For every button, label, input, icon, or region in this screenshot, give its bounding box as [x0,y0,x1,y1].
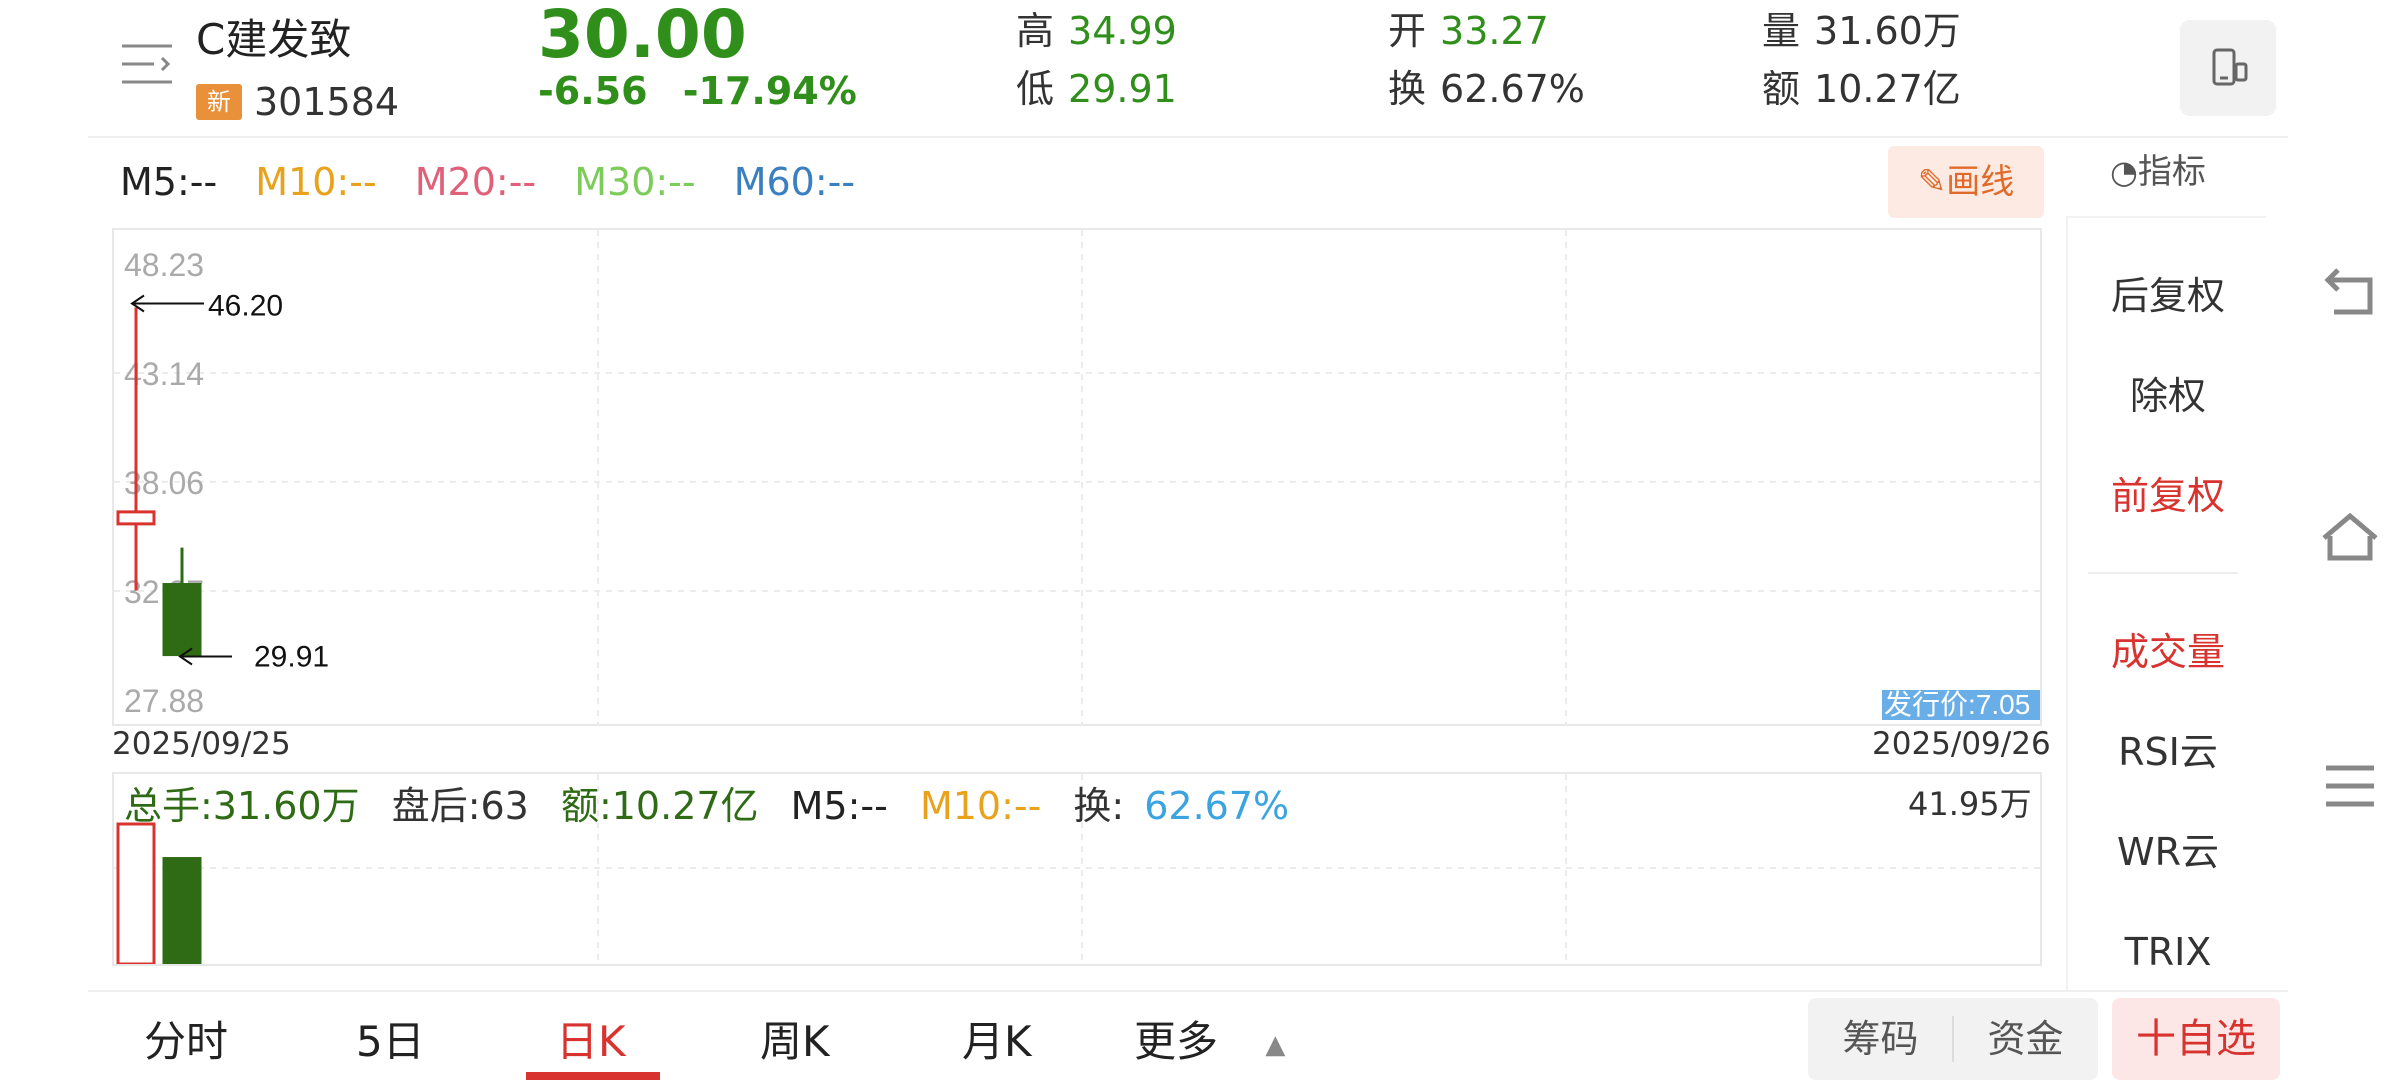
side-item-post-adjusted[interactable]: 后复权 [2068,268,2266,324]
after-hours-volume: 盘后:63 [391,784,529,828]
volume-m10: M10:-- [919,784,1042,828]
side-item-trix[interactable]: TRIX [2068,924,2266,980]
stat-open: 开 33.27 [1388,6,1549,56]
chip-fund-toggle: 筹码 资金 [1808,998,2098,1080]
side-item-pre-adjusted[interactable]: 前复权 [2068,468,2266,524]
stat-high: 高 34.99 [1016,6,1177,56]
x-axis-end-date: 2025/09/26 [1872,726,2051,762]
indicator-label: 指标 [2137,152,2206,192]
stat-label: 开 [1388,9,1427,53]
side-item-wr[interactable]: WR云 [2068,824,2266,880]
volume-m5: M5:-- [790,784,888,828]
stat-value: 31.60万 [1814,9,1961,53]
triangle-up-icon: ▲ [1265,1029,1286,1060]
side-item-volume[interactable]: 成交量 [2068,624,2266,680]
stat-volume: 量 31.60万 [1762,6,1961,56]
menu-icon[interactable] [120,40,174,90]
tab-intraday[interactable]: 分时 [144,1014,228,1070]
stat-value: 62.67% [1440,67,1585,111]
add-to-watchlist-button[interactable]: 十自选 [2112,998,2280,1080]
pencil-icon: ✎ [1917,162,1947,202]
ma30-label: M30:-- [574,160,696,204]
active-tab-indicator [526,1072,660,1080]
ma20-label: M20:-- [414,160,537,204]
volume-turnover: 换: 62.67% [1073,784,1309,828]
tab-monthly-k[interactable]: 月K [962,1014,1032,1070]
current-price: 30.00 [538,0,747,73]
side-item-ex-rights[interactable]: 除权 [2068,368,2266,424]
stat-value: 33.27 [1440,9,1549,53]
price-change: -6.56 -17.94% [538,68,879,114]
stock-name: C建发致 [196,15,352,64]
kline-chart-svg: 48.2343.1438.0632.9727.8846.2029.91发行价:7… [114,230,2040,724]
tab-more[interactable]: 更多 ▲ [1134,1014,1285,1073]
stock-kline-screen: C建发致 新 301584 30.00 -6.56 -17.94% 高 34.99… [0,0,2400,1080]
stat-label: 低 [1016,67,1055,111]
tab-5day[interactable]: 5日 [356,1014,425,1070]
draw-line-button[interactable]: ✎画线 [1888,146,2044,218]
stat-label: 换 [1388,67,1427,111]
back-icon[interactable] [2318,266,2382,326]
y-tick-label: 27.88 [124,683,204,719]
header-divider [88,136,2288,138]
min-price-label: 29.91 [254,641,329,674]
stat-label: 高 [1016,9,1055,53]
total-volume: 总手:31.60万 [124,784,360,828]
side-panel-divider [2088,572,2238,574]
ma10-label: M10:-- [255,160,377,204]
stat-low: 低 29.91 [1016,64,1177,114]
new-listing-badge: 新 [196,84,242,120]
indicator-button[interactable]: ◔指标 [2110,148,2206,196]
stock-code: 301584 [254,80,400,124]
ma60-label: M60:-- [733,160,856,204]
recent-apps-icon[interactable] [2318,756,2382,816]
volume-max-label: 41.95万 [1908,785,2032,823]
bottom-bar-divider [88,990,2288,992]
max-price-label: 46.20 [208,289,283,322]
draw-line-label: 画线 [1946,162,2015,202]
stat-value: 34.99 [1068,9,1177,53]
issue-price-label: 发行价:7.05 [1884,689,2030,720]
volume-info: 总手:31.60万 盘后:63 额:10.27亿 M5:-- M10:-- 换:… [124,778,1309,834]
rotate-screen-button[interactable] [2180,20,2276,116]
volume-bar [162,857,202,964]
ma-legend: M5:-- M10:-- M20:-- M30:-- M60:-- [120,156,881,208]
kline-chart[interactable]: 48.2343.1438.0632.9727.8846.2029.91发行价:7… [112,228,2042,726]
volume-bar [116,822,156,964]
stat-label: 额 [1762,67,1801,111]
funds-button[interactable]: 资金 [1953,998,2098,1080]
stat-amount: 额 10.27亿 [1762,64,1961,114]
tab-weekly-k[interactable]: 周K [760,1014,830,1070]
stat-turnover: 换 62.67% [1388,64,1585,114]
x-axis-start-date: 2025/09/25 [112,726,291,762]
candle-body [162,583,202,657]
gauge-icon: ◔ [2110,153,2138,191]
stat-label: 量 [1762,9,1801,53]
indicator-side-panel: 后复权 除权 前复权 成交量 RSI云 WR云 TRIX [2066,216,2266,992]
volume-amount: 额:10.27亿 [560,784,759,828]
turnover-value: 62.67% [1144,784,1290,828]
side-item-rsi[interactable]: RSI云 [2068,724,2266,780]
chips-button[interactable]: 筹码 [1808,998,1953,1080]
change-amount: -6.56 [538,69,648,113]
y-tick-label: 48.23 [124,247,204,283]
ma5-label: M5:-- [120,160,218,204]
candle-body [116,510,156,526]
tab-more-label: 更多 [1134,1017,1219,1066]
phone-rotate-icon [2212,48,2248,86]
tab-daily-k[interactable]: 日K [556,1014,626,1070]
stat-value: 10.27亿 [1814,67,1961,111]
stat-value: 29.91 [1068,67,1177,111]
home-icon[interactable] [2318,508,2382,568]
turnover-label: 换: [1073,784,1125,828]
change-percent: -17.94% [682,69,857,113]
